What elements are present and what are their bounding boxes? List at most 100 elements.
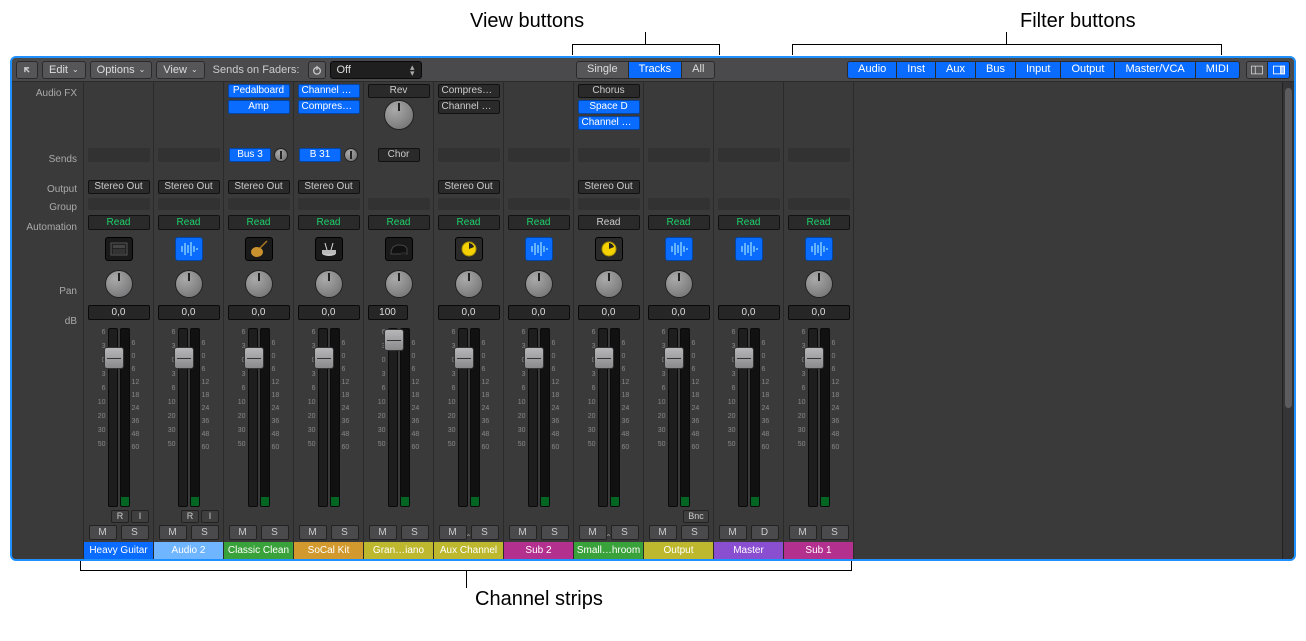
filter-input-button[interactable]: Input — [1016, 61, 1061, 79]
db-value[interactable]: 0,0 — [788, 305, 850, 320]
channel-name-plate[interactable]: Heavy Guitar — [84, 542, 153, 559]
fx-slot[interactable]: Compressor — [438, 84, 500, 98]
send-slot-empty[interactable] — [508, 148, 570, 162]
channel-name-plate[interactable]: Sub 1 — [784, 542, 853, 559]
history-back-button[interactable] — [16, 61, 38, 79]
filter-audio-button[interactable]: Audio — [847, 61, 897, 79]
fx-slot[interactable]: Channel EQ — [438, 100, 500, 114]
automation-mode-button[interactable]: Read — [718, 215, 780, 230]
fader-cap[interactable] — [664, 347, 684, 369]
fx-slot[interactable]: Channel EQ — [298, 84, 360, 98]
record-enable-button[interactable]: R — [111, 510, 129, 523]
channel-name-plate[interactable]: Master — [714, 542, 783, 559]
left-panel-toggle[interactable] — [1246, 61, 1268, 79]
send-level-knob[interactable] — [344, 148, 358, 162]
solo-button[interactable]: S — [471, 525, 499, 540]
automation-mode-button[interactable]: Read — [578, 215, 640, 230]
fx-slot[interactable]: Rev — [368, 84, 430, 98]
automation-mode-button[interactable]: Read — [298, 215, 360, 230]
solo-button[interactable]: S — [541, 525, 569, 540]
automation-mode-button[interactable]: Read — [88, 215, 150, 230]
db-value[interactable]: 100 — [368, 305, 408, 320]
fx-slot[interactable]: Compressor — [298, 100, 360, 114]
output-slot[interactable]: Stereo Out — [298, 180, 360, 194]
group-slot[interactable] — [508, 198, 570, 210]
view-single-button[interactable]: Single — [576, 61, 629, 79]
send-slot[interactable]: Chor — [378, 148, 420, 162]
output-slot[interactable]: Stereo Out — [228, 180, 290, 194]
bounce-button[interactable]: Bnc — [683, 510, 709, 523]
edit-menu[interactable]: Edit⌄ — [42, 61, 86, 79]
fader-cap[interactable] — [244, 347, 264, 369]
wave-icon[interactable] — [665, 237, 693, 261]
dim-button[interactable]: D — [751, 525, 779, 540]
filter-mastervca-button[interactable]: Master/VCA — [1115, 61, 1195, 79]
fader-cap[interactable] — [804, 347, 824, 369]
view-menu[interactable]: View⌄ — [156, 61, 204, 79]
pan-knob[interactable] — [385, 270, 413, 298]
send-level-knob[interactable] — [274, 148, 288, 162]
fader-track[interactable] — [248, 328, 258, 507]
fader-track[interactable] — [598, 328, 608, 507]
filter-midi-button[interactable]: MIDI — [1196, 61, 1240, 79]
db-value[interactable]: 0,0 — [438, 305, 500, 320]
mute-button[interactable]: M — [649, 525, 677, 540]
solo-button[interactable]: S — [191, 525, 219, 540]
amp-icon[interactable] — [105, 237, 133, 261]
sends-on-faders-select[interactable]: Off ▴▾ — [330, 61, 422, 79]
fader-cap[interactable] — [594, 347, 614, 369]
fader-cap[interactable] — [174, 347, 194, 369]
group-slot[interactable] — [788, 198, 850, 210]
group-slot[interactable] — [88, 198, 150, 210]
pan-knob[interactable] — [175, 270, 203, 298]
send-slot-empty[interactable] — [788, 148, 850, 162]
view-tracks-button[interactable]: Tracks — [629, 61, 683, 79]
solo-button[interactable]: S — [261, 525, 289, 540]
channel-name-plate[interactable]: Audio 2 — [154, 542, 223, 559]
guitar-icon[interactable] — [245, 237, 273, 261]
mute-button[interactable]: M — [369, 525, 397, 540]
group-slot[interactable] — [228, 198, 290, 210]
automation-mode-button[interactable]: Read — [508, 215, 570, 230]
pan-knob[interactable] — [105, 270, 133, 298]
automation-mode-button[interactable]: Read — [438, 215, 500, 230]
output-slot[interactable]: Stereo Out — [88, 180, 150, 194]
mute-button[interactable]: M — [299, 525, 327, 540]
send-slot-empty[interactable] — [718, 148, 780, 162]
drums-icon[interactable] — [315, 237, 343, 261]
fx-slot[interactable]: Channel EQ — [578, 116, 640, 130]
fader-track[interactable] — [458, 328, 468, 507]
send-slot-empty[interactable] — [648, 148, 710, 162]
wave-icon[interactable] — [805, 237, 833, 261]
send-slot-empty[interactable] — [578, 148, 640, 162]
send-slot-empty[interactable] — [158, 148, 220, 162]
pan-knob[interactable] — [805, 270, 833, 298]
db-value[interactable]: 0,0 — [718, 305, 780, 320]
scrollbar-thumb[interactable] — [1285, 88, 1292, 408]
solo-button[interactable]: S — [401, 525, 429, 540]
mute-button[interactable]: M — [509, 525, 537, 540]
fader-track[interactable] — [668, 328, 678, 507]
automation-mode-button[interactable]: Read — [158, 215, 220, 230]
fader-track[interactable] — [108, 328, 118, 507]
fader-track[interactable] — [808, 328, 818, 507]
filter-inst-button[interactable]: Inst — [897, 61, 936, 79]
mute-button[interactable]: M — [789, 525, 817, 540]
fader-track[interactable] — [738, 328, 748, 507]
solo-button[interactable]: S — [681, 525, 709, 540]
db-value[interactable]: 0,0 — [158, 305, 220, 320]
group-slot[interactable] — [718, 198, 780, 210]
group-slot[interactable] — [368, 198, 430, 210]
view-all-button[interactable]: All — [682, 61, 715, 79]
send-slot[interactable]: Bus 3 — [229, 148, 271, 162]
fader-cap[interactable] — [104, 347, 124, 369]
channel-name-plate[interactable]: Small…hroom — [574, 542, 643, 559]
input-monitor-button[interactable]: I — [131, 510, 149, 523]
channel-name-plate[interactable]: Sub 2 — [504, 542, 573, 559]
channel-name-plate[interactable]: Aux Channel — [434, 542, 503, 559]
fader-cap[interactable] — [454, 347, 474, 369]
fx-knob[interactable] — [384, 100, 414, 130]
group-slot[interactable] — [578, 198, 640, 210]
send-slot[interactable]: B 31 — [299, 148, 341, 162]
solo-button[interactable]: S — [611, 525, 639, 540]
